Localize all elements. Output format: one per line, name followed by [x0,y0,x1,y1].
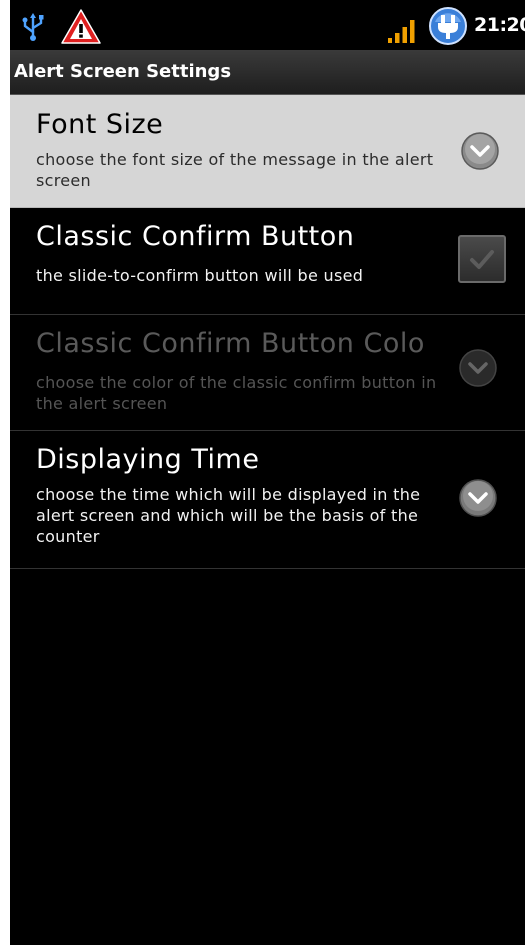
chevron-down-icon[interactable] [458,478,498,518]
phone-screen: 21:20 Alert Screen Settings Font Size ch… [10,0,525,945]
setting-summary: choose the time which will be displayed … [36,485,421,546]
clock: 21:20 [474,14,525,36]
setting-classic-confirm-button[interactable]: Classic Confirm Button the slide-to-conf… [10,207,525,315]
status-bar[interactable]: 21:20 [10,0,525,50]
empty-list-area [10,570,525,945]
title-bar: Alert Screen Settings [10,50,525,95]
setting-title: Classic Confirm Button Colo [36,328,425,359]
checkbox[interactable] [458,235,506,283]
usb-icon [22,13,44,41]
chevron-down-icon [459,349,497,387]
setting-displaying-time[interactable]: Displaying Time choose the time which wi… [10,430,525,569]
setting-title: Classic Confirm Button [36,221,355,252]
setting-font-size[interactable]: Font Size choose the font size of the me… [10,95,525,208]
checkmark-icon [470,250,494,269]
setting-title: Font Size [36,109,164,140]
setting-title: Displaying Time [36,444,260,475]
setting-summary: choose the color of the classic confirm … [36,373,437,413]
page-title: Alert Screen Settings [14,61,232,82]
warning-icon [61,9,101,44]
signal-icon [388,20,415,43]
setting-classic-confirm-button-color: Classic Confirm Button Colo choose the c… [10,314,525,431]
setting-summary: the slide-to-confirm button will be used [36,266,364,285]
battery-charging-icon [429,7,467,45]
setting-summary: choose the font size of the message in t… [36,150,434,190]
chevron-down-icon[interactable] [460,131,500,171]
